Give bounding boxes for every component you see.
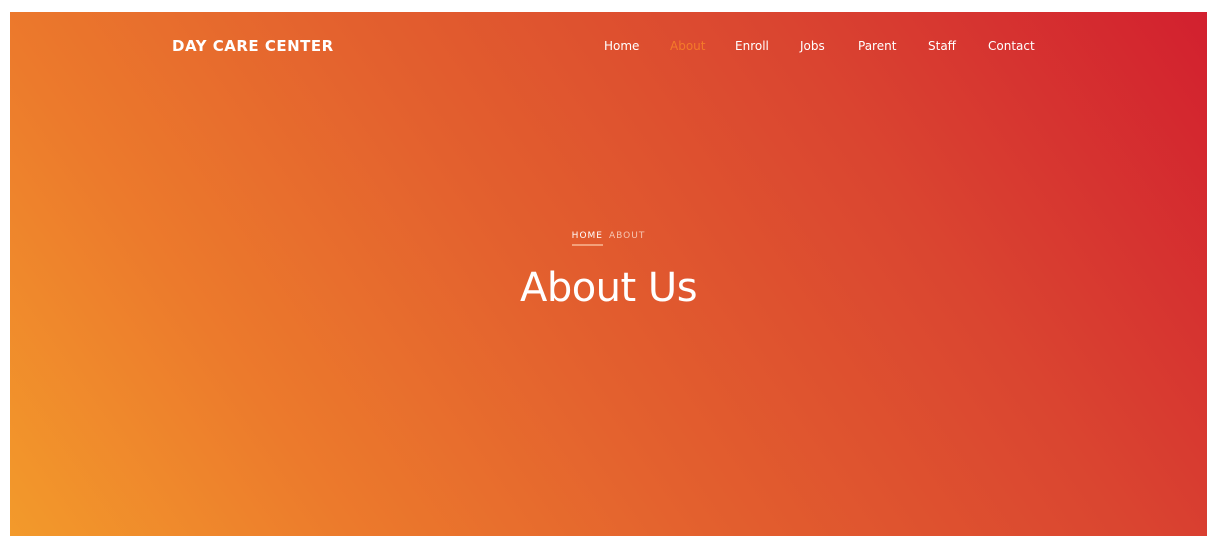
breadcrumb-current: ABOUT xyxy=(608,231,646,241)
nav-item-parent[interactable]: Parent xyxy=(858,38,928,54)
nav-item-contact[interactable]: Contact xyxy=(988,38,1048,54)
nav-item-home[interactable]: Home xyxy=(604,38,670,54)
page-title: About Us xyxy=(519,265,698,311)
breadcrumb-home-link[interactable]: HOME xyxy=(571,229,603,246)
nav-item-enroll[interactable]: Enroll xyxy=(735,38,800,54)
main-nav: Home About Enroll Jobs Parent Staff Cont… xyxy=(604,38,1048,54)
nav-item-about[interactable]: About xyxy=(670,38,735,54)
nav-item-jobs[interactable]: Jobs xyxy=(800,38,858,54)
hero-banner: DAY CARE CENTER Home About Enroll Jobs P… xyxy=(10,12,1207,536)
site-logo[interactable]: DAY CARE CENTER xyxy=(172,36,334,56)
breadcrumb: HOME ABOUT xyxy=(10,229,1207,246)
nav-item-staff[interactable]: Staff xyxy=(928,38,988,54)
